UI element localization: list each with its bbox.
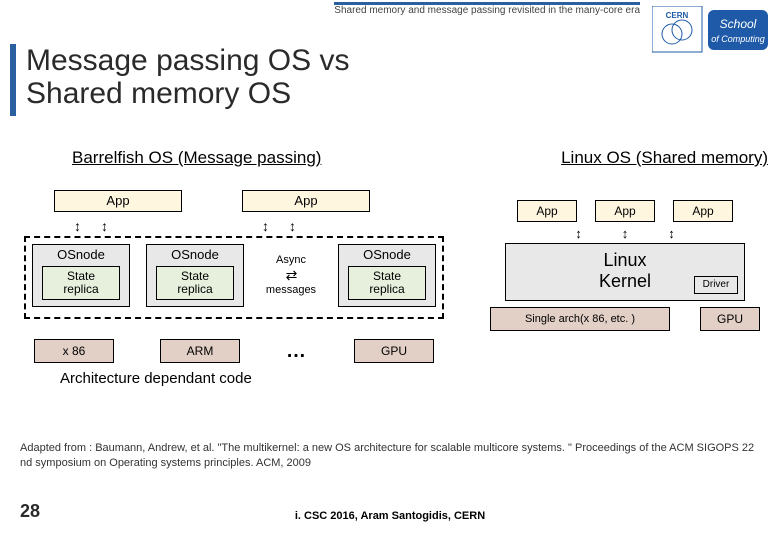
- osnode-label: OSnode: [33, 247, 129, 262]
- lx-app-3: App: [673, 200, 733, 222]
- double-arrow-icon: ↕: [668, 226, 675, 241]
- lx-app-1: App: [517, 200, 577, 222]
- double-arrow-icon: ↕: [262, 218, 269, 234]
- arch-dependent-caption: Architecture dependant code: [60, 370, 252, 387]
- double-arrow-icon: ↕: [622, 226, 629, 241]
- arch-x86: x 86: [34, 339, 114, 363]
- osnode-3: OSnode State replica: [338, 244, 436, 307]
- svg-text:of Computing: of Computing: [711, 34, 765, 44]
- barrelfish-diagram: App App ↕ ↕ ↕ ↕ OSnode State replica OSnod…: [24, 190, 444, 363]
- ellipsis-icon: …: [286, 340, 308, 363]
- osnode-rail: OSnode State replica OSnode State replic…: [24, 236, 444, 319]
- title-line1: Message passing OS vs: [26, 44, 349, 77]
- double-arrow-icon: ↕: [74, 218, 81, 234]
- cern-csc-logo: CERN School of Computing: [652, 6, 772, 54]
- svg-text:School: School: [720, 17, 757, 31]
- footer-text: i. CSC 2016, Aram Santogidis, CERN: [0, 510, 780, 522]
- double-arrow-icon: ↕: [101, 218, 108, 234]
- arch-gpu: GPU: [354, 339, 434, 363]
- left-right-arrow-icon: ⇄: [286, 267, 297, 283]
- title-accent-bar: [10, 44, 16, 116]
- linux-gpu-box: GPU: [700, 307, 760, 331]
- double-arrow-icon: ↕: [575, 226, 582, 241]
- double-arrow-icon: ↕: [289, 218, 296, 234]
- subtitle-barrelfish: Barrelfish OS (Message passing): [72, 148, 321, 168]
- linux-diagram: App App App ↕ ↕ ↕ Linux Kernel Driver Si…: [490, 200, 760, 331]
- osnode-label: OSnode: [147, 247, 243, 262]
- async-messages-label: Async ⇄ messages: [260, 254, 322, 298]
- osnode-1: OSnode State replica: [32, 244, 130, 307]
- state-replica: State replica: [348, 266, 426, 300]
- bf-app-2: App: [242, 190, 370, 212]
- linux-kernel-box: Linux Kernel Driver: [505, 243, 745, 301]
- bf-app-1: App: [54, 190, 182, 212]
- kernel-label-1: Linux: [603, 250, 646, 270]
- slide-title: Message passing OS vs Shared memory OS: [26, 44, 349, 110]
- state-replica: State replica: [42, 266, 120, 300]
- kernel-label-2: Kernel: [599, 271, 651, 291]
- osnode-label: OSnode: [339, 247, 435, 262]
- citation-text: Adapted from : Baumann, Andrew, et al. "…: [20, 441, 760, 470]
- logo-text-cern: CERN: [666, 11, 689, 20]
- state-replica: State replica: [156, 266, 234, 300]
- lx-app-2: App: [595, 200, 655, 222]
- running-title: Shared memory and message passing revisi…: [334, 2, 640, 16]
- single-arch-box: Single arch(x 86, etc. ): [490, 307, 670, 331]
- title-line2: Shared memory OS: [26, 77, 291, 110]
- driver-box: Driver: [694, 276, 738, 294]
- subtitle-linux: Linux OS (Shared memory): [561, 148, 768, 168]
- osnode-2: OSnode State replica: [146, 244, 244, 307]
- arch-arm: ARM: [160, 339, 240, 363]
